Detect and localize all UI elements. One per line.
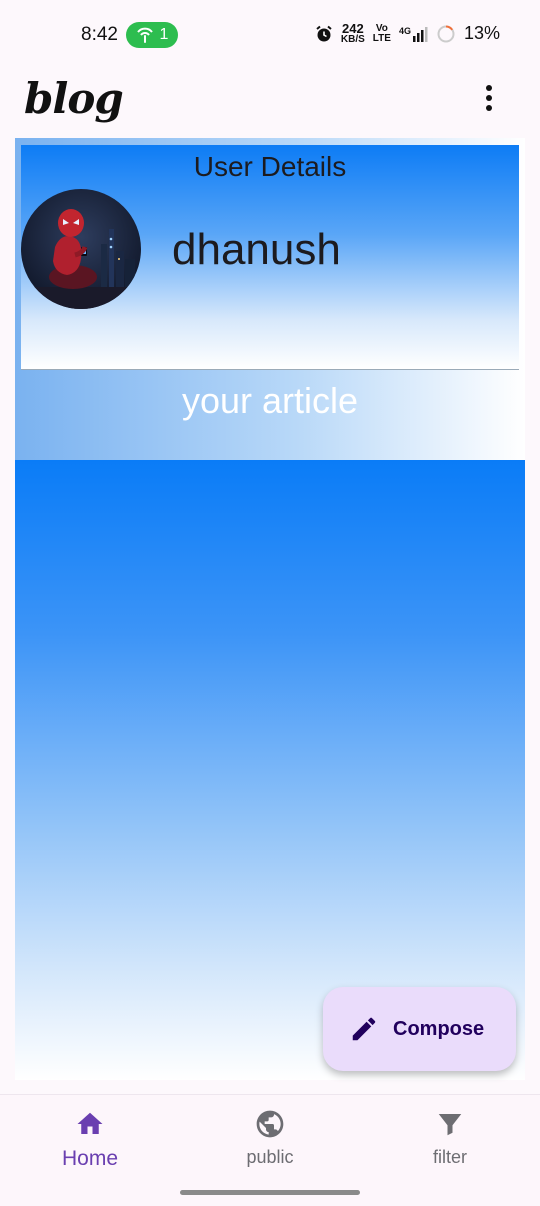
hotspot-count: 1: [159, 26, 169, 43]
battery-percent: 13%: [463, 23, 500, 43]
nav-item-public[interactable]: public: [190, 1107, 350, 1168]
main-content: User Details dhanush your article: [15, 138, 525, 1093]
more-vert-icon-dot: [486, 105, 492, 111]
nav-item-filter[interactable]: filter: [370, 1107, 530, 1168]
home-icon: [73, 1107, 107, 1141]
more-vert-icon: [486, 85, 492, 91]
nav-item-home[interactable]: Home: [10, 1107, 170, 1171]
network-speed: 242 KB/S: [341, 22, 365, 45]
network-type: 4G: [398, 25, 411, 36]
compose-button[interactable]: Compose: [323, 987, 516, 1071]
screen: 8:42 1 242 KB/S Vo LTE 4G 13% blog User …: [0, 0, 540, 1206]
globe-icon: [253, 1107, 287, 1141]
pencil-icon: [352, 1017, 376, 1041]
battery-ring-icon: [437, 25, 455, 42]
compose-label: Compose: [393, 1017, 485, 1040]
your-article-label: your article: [181, 380, 359, 421]
signal-indicator: 4G: [399, 26, 428, 42]
user-details-title: User Details: [193, 151, 347, 182]
nav-label-public: public: [246, 1147, 294, 1167]
app-title: blog: [24, 74, 124, 123]
hotspot-icon: [136, 27, 153, 43]
more-options-button[interactable]: [474, 80, 504, 116]
volte-bottom: LTE: [372, 32, 391, 44]
alarm-icon: [316, 25, 332, 41]
volte-top: Vo: [375, 22, 388, 34]
status-time: 8:42: [81, 24, 118, 45]
filter-icon: [433, 1107, 467, 1141]
volte-indicator: Vo LTE: [372, 22, 391, 44]
network-speed-unit: KB/S: [340, 34, 365, 45]
more-vert-icon-dot: [486, 95, 492, 101]
home-indicator[interactable]: [180, 1190, 360, 1195]
status-bar: 8:42 1 242 KB/S Vo LTE 4G 13%: [0, 0, 540, 68]
avatar[interactable]: [21, 189, 141, 309]
profile-header-panel: User Details dhanush your article: [15, 138, 525, 460]
signal-icon: [412, 26, 428, 42]
user-name: dhanush: [172, 225, 341, 274]
nav-label-filter: filter: [432, 1147, 467, 1167]
status-right: 242 KB/S Vo LTE 4G 13%: [315, 22, 500, 45]
nav-label-home: Home: [61, 1147, 119, 1170]
app-bar: blog: [0, 68, 540, 138]
spiderman-avatar-image: [21, 189, 141, 309]
user-details-card: User Details dhanush: [21, 145, 519, 370]
hotspot-pill: 1: [126, 22, 178, 48]
